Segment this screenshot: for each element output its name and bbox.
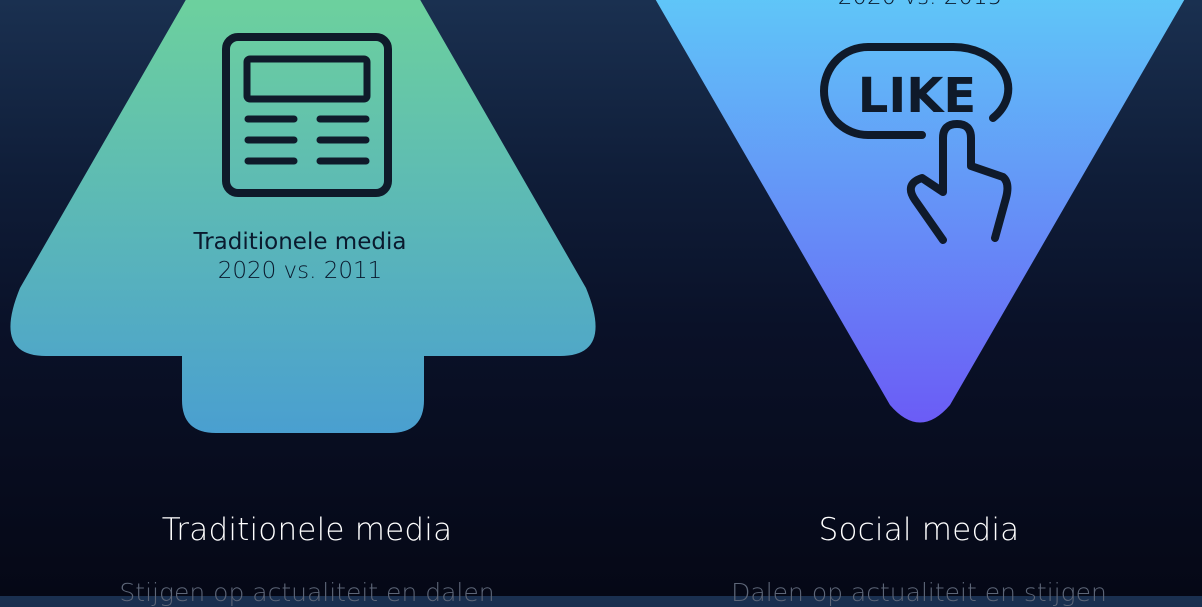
up-arrow-shape bbox=[10, 0, 596, 433]
right-column-title: Social media bbox=[818, 512, 1020, 548]
left-column-description: Stijgen op actualiteit en dalen bbox=[119, 578, 495, 607]
left-tile-subtitle: 2020 vs. 2011 bbox=[217, 257, 383, 284]
left-tile-label: Traditionele media 2020 vs. 2011 bbox=[150, 228, 450, 286]
right-tile-label: 2020 vs. 2015 bbox=[770, 0, 1070, 12]
right-tile-subtitle: 2020 vs. 2015 bbox=[770, 0, 1070, 12]
like-text: LIKE bbox=[858, 68, 976, 124]
left-column-title: Traditionele media bbox=[161, 512, 453, 548]
shapes-canvas: LIKE bbox=[10, 0, 1185, 433]
left-tile-title: Traditionele media bbox=[193, 229, 407, 255]
right-column-description: Dalen op actualiteit en stijgen bbox=[731, 578, 1107, 607]
